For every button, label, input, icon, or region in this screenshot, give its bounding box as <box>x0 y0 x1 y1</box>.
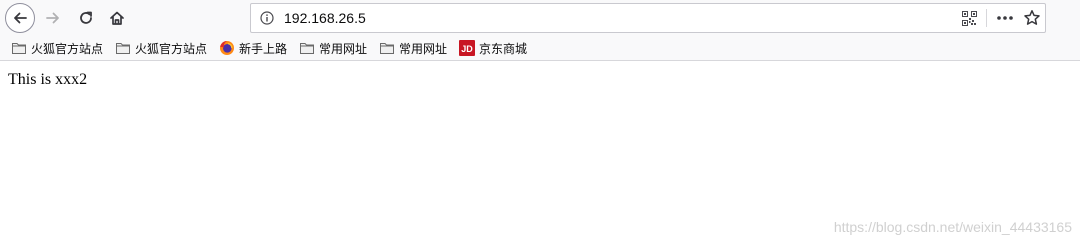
folder-icon <box>300 43 314 54</box>
bookmark-folder[interactable]: 火狐官方站点 <box>11 39 103 57</box>
watermark: https://blog.csdn.net/weixin_44433165 <box>833 219 1072 235</box>
home-button[interactable] <box>103 4 131 32</box>
qr-code-icon[interactable] <box>962 11 977 26</box>
bookmark-label: 火狐官方站点 <box>135 41 208 56</box>
jd-icon: JD <box>459 40 475 56</box>
star-icon[interactable] <box>1023 9 1041 27</box>
url-bar-separator <box>986 9 987 27</box>
bookmark-link[interactable]: JD 京东商城 <box>459 39 527 57</box>
firefox-icon <box>220 41 234 55</box>
reload-button[interactable] <box>72 4 100 32</box>
more-dots-icon[interactable] <box>995 10 1015 26</box>
back-arrow-icon <box>14 12 27 24</box>
bookmark-folder[interactable]: 常用网址 <box>379 39 447 57</box>
bookmark-label: 常用网址 <box>319 41 368 56</box>
folder-icon <box>12 43 26 54</box>
folder-icon <box>116 43 130 54</box>
bookmark-label: 京东商城 <box>479 41 528 56</box>
home-icon <box>110 11 124 25</box>
bookmark-link[interactable]: 新手上路 <box>219 39 287 57</box>
url-text[interactable]: 192.168.26.5 <box>284 10 366 26</box>
url-bar[interactable]: 192.168.26.5 <box>250 3 1046 33</box>
forward-button[interactable] <box>39 4 67 32</box>
bookmark-folder[interactable]: 火狐官方站点 <box>115 39 207 57</box>
bookmarks-toolbar: 火狐官方站点 火狐官方站点 新手上路 常用网址 常用网址 JD 京东商城 <box>0 36 1080 61</box>
back-button[interactable] <box>5 3 35 33</box>
bookmark-folder[interactable]: 常用网址 <box>299 39 367 57</box>
page-body-text: This is xxx2 <box>8 71 88 88</box>
bookmark-label: 火狐官方站点 <box>31 41 104 56</box>
bookmark-label: 新手上路 <box>239 41 288 56</box>
bookmark-label: 常用网址 <box>399 41 448 56</box>
navigation-toolbar: 192.168.26.5 <box>0 0 1080 36</box>
forward-arrow-icon <box>46 12 59 24</box>
info-icon[interactable] <box>260 11 274 25</box>
folder-icon <box>380 43 394 54</box>
reload-icon <box>80 11 92 24</box>
svg-text:JD: JD <box>461 44 473 54</box>
